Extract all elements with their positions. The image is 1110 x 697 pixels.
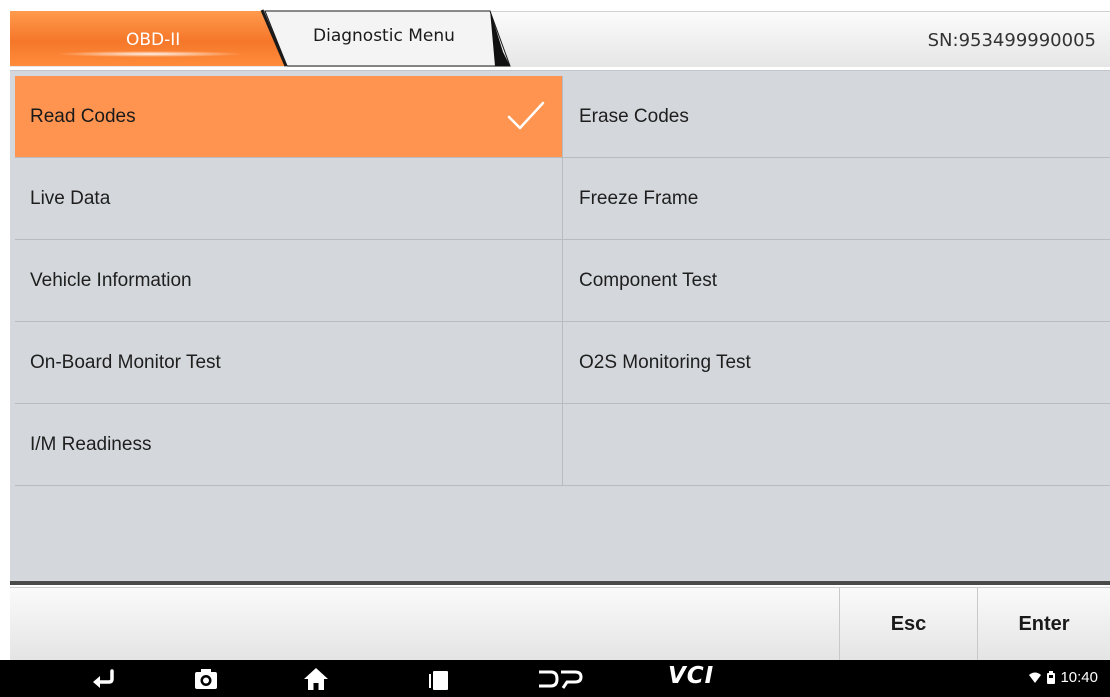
menu-item-im-readiness[interactable]: I/M Readiness	[15, 404, 563, 485]
system-nav-bar: VCI 10:40	[0, 660, 1110, 697]
menu-item-label: I/M Readiness	[30, 433, 152, 455]
menu-item-label: Live Data	[30, 187, 111, 209]
wifi-icon	[1029, 672, 1042, 683]
menu-panel: Read Codes Erase Codes Live Data Freeze …	[10, 70, 1110, 585]
battery-icon	[1047, 671, 1056, 684]
serial-number: SN:953499990005	[927, 30, 1096, 51]
menu-row: On-Board Monitor Test O2S Monitoring Tes…	[15, 322, 1110, 404]
menu-item-erase-codes[interactable]: Erase Codes	[563, 76, 1110, 157]
camera-icon[interactable]	[193, 666, 219, 692]
menu-row: Vehicle Information Component Test	[15, 240, 1110, 322]
menu-item-component-test[interactable]: Component Test	[563, 240, 1110, 321]
top-bar: OBD-II Diagnostic Menu SN:953499990005	[0, 0, 1110, 70]
checkmark-icon	[507, 101, 545, 130]
menu-row: Live Data Freeze Frame	[15, 158, 1110, 240]
clock: 10:40	[1060, 669, 1098, 686]
menu-item-label: Read Codes	[30, 105, 136, 127]
menu-item-label: Vehicle Information	[30, 269, 192, 291]
menu-item-read-codes[interactable]: Read Codes	[15, 76, 563, 157]
menu-item-label: Freeze Frame	[579, 187, 699, 209]
menu-item-live-data[interactable]: Live Data	[15, 158, 563, 239]
status-area: 10:40	[1028, 669, 1098, 686]
menu-item-empty	[563, 404, 1110, 485]
menu-grid: Read Codes Erase Codes Live Data Freeze …	[15, 76, 1110, 486]
menu-row: I/M Readiness	[15, 404, 1110, 486]
vci-label[interactable]: VCI	[668, 663, 714, 689]
menu-item-o2s-monitoring-test[interactable]: O2S Monitoring Test	[563, 322, 1110, 403]
menu-item-label: Component Test	[579, 269, 718, 291]
home-icon[interactable]	[303, 666, 329, 692]
dp-icon[interactable]	[537, 666, 583, 692]
menu-item-label: On-Board Monitor Test	[30, 351, 221, 373]
tab-diagnostic-menu[interactable]: Diagnostic Menu	[313, 26, 455, 46]
menu-item-vehicle-information[interactable]: Vehicle Information	[15, 240, 563, 321]
esc-button[interactable]: Esc	[839, 588, 977, 661]
action-bar: Esc Enter	[10, 587, 1110, 661]
recent-apps-icon[interactable]	[426, 666, 452, 692]
tab-obd-ii[interactable]: OBD-II	[126, 30, 180, 50]
menu-item-freeze-frame[interactable]: Freeze Frame	[563, 158, 1110, 239]
menu-row: Read Codes Erase Codes	[15, 76, 1110, 158]
menu-item-label: O2S Monitoring Test	[579, 351, 751, 373]
menu-item-on-board-monitor-test[interactable]: On-Board Monitor Test	[15, 322, 563, 403]
enter-button[interactable]: Enter	[977, 588, 1110, 661]
back-icon[interactable]	[90, 666, 116, 692]
menu-item-label: Erase Codes	[579, 105, 689, 127]
